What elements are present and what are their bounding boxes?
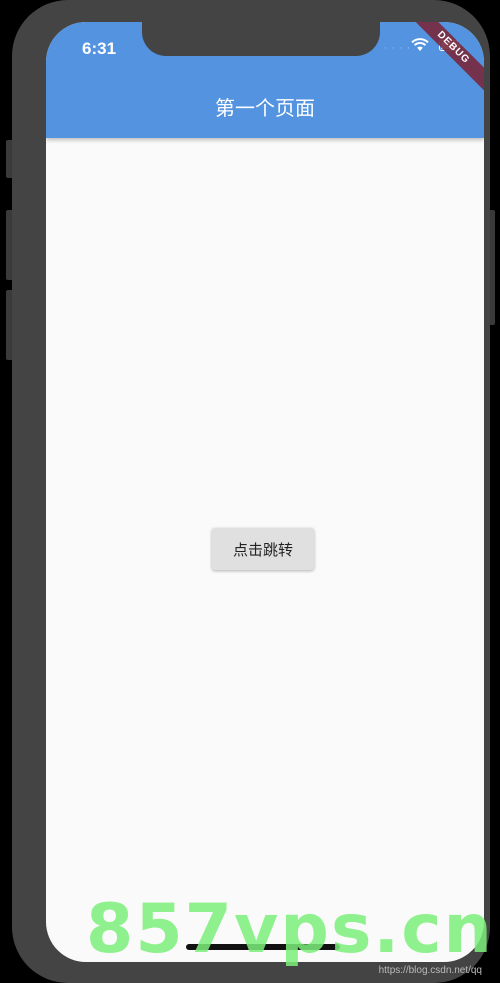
wifi-icon <box>411 38 429 51</box>
signal-dots: · · · · <box>384 44 412 54</box>
jump-button[interactable]: 点击跳转 <box>212 528 314 570</box>
page-title: 第一个页面 <box>215 96 315 120</box>
screenshot-stage: 6:31 · · · · DEBUG 第一个页面 点击跳转 857vps.cn … <box>0 0 500 983</box>
debug-banner: DEBUG <box>401 22 484 100</box>
status-time: 6:31 <box>82 39 117 58</box>
notch <box>142 22 380 56</box>
home-indicator[interactable] <box>186 944 340 950</box>
phone-frame: 6:31 · · · · DEBUG 第一个页面 点击跳转 <box>12 0 490 983</box>
app-bar: 6:31 · · · · DEBUG 第一个页面 <box>46 22 484 138</box>
credit-url: https://blog.csdn.net/qq <box>378 965 482 976</box>
phone-screen: 6:31 · · · · DEBUG 第一个页面 点击跳转 <box>46 22 484 962</box>
